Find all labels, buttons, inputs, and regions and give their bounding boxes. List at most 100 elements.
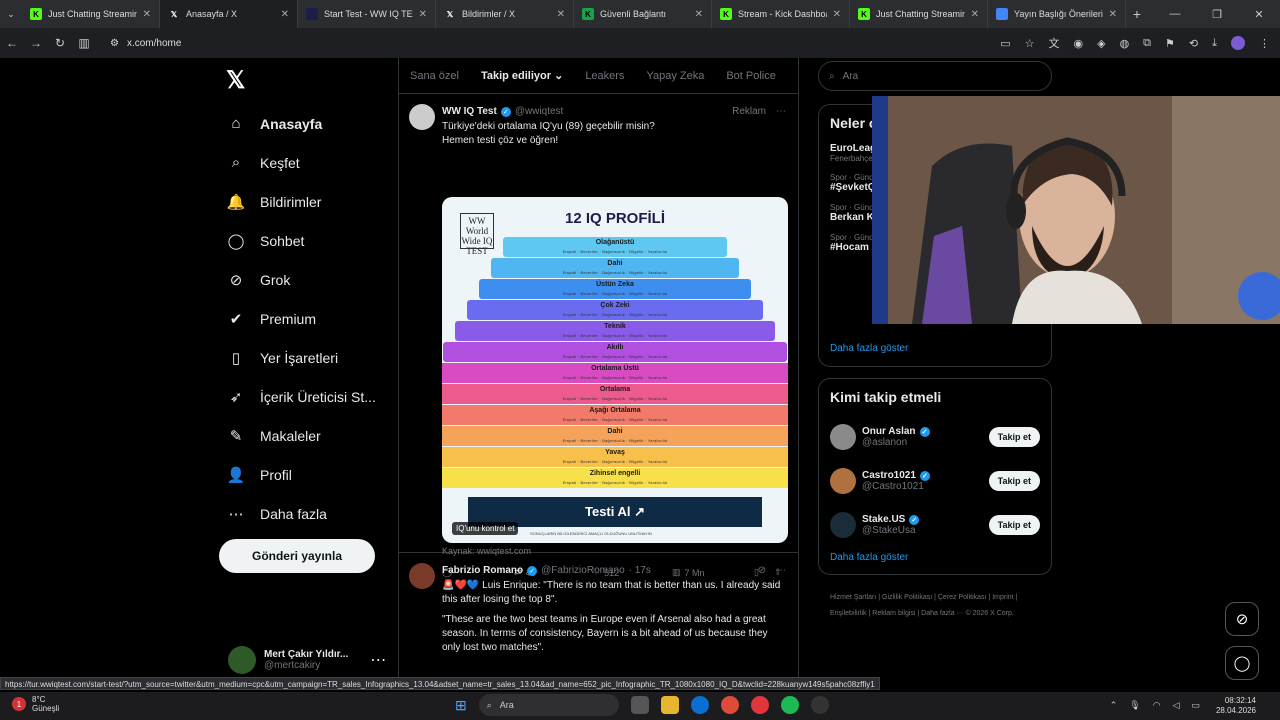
tweet-author[interactable]: Fabrizio Romano xyxy=(442,565,523,576)
bookmark-star-icon[interactable]: ☆ xyxy=(1025,37,1035,50)
who-more-link[interactable]: Daha fazla göster xyxy=(819,552,919,563)
tweet-handle[interactable]: @wwiqtest xyxy=(515,106,564,117)
feed-tab[interactable]: Leakers xyxy=(574,70,635,82)
clock[interactable]: 08:32:14 28.04.2026 xyxy=(1216,696,1256,716)
battery-icon[interactable]: ▭ xyxy=(1191,700,1200,711)
chevron-up-icon[interactable]: ⌃ xyxy=(1110,700,1118,711)
tweet[interactable]: WW IQ Test ✓ @wwiqtest Reklam ⋯ Türkiye'… xyxy=(399,94,798,578)
tweet-author[interactable]: WW IQ Test xyxy=(442,106,497,117)
mic-icon[interactable]: 🎙 xyxy=(1129,700,1140,711)
tab-close-icon[interactable]: ✕ xyxy=(143,9,151,20)
sidebar-item-daha-fazla[interactable]: ⋯ Daha fazla xyxy=(226,494,376,533)
follow-suggestion[interactable]: Stake.US ✓ @StakeUsa Takip et xyxy=(819,503,1051,547)
opera-icon[interactable] xyxy=(750,696,769,714)
follow-button[interactable]: Takip et xyxy=(988,427,1040,447)
sidebar-item-grok[interactable]: ⊘ Grok xyxy=(226,260,376,299)
tab-close-icon[interactable]: ✕ xyxy=(419,9,427,20)
close-window-icon[interactable]: ✕ xyxy=(1238,0,1280,28)
post-button[interactable]: Gönderi yayınla xyxy=(219,539,375,573)
tab-search-icon[interactable]: ⌄ xyxy=(0,0,22,28)
tab-close-icon[interactable]: ✕ xyxy=(971,9,979,20)
sidebar-item-anasayfa[interactable]: ⌂ Anasayfa xyxy=(226,104,376,143)
trends-more-link[interactable]: Daha fazla göster xyxy=(819,343,919,354)
avatar[interactable] xyxy=(830,512,856,538)
tab[interactable]: 𝕏 Bildirimler / X ✕ xyxy=(436,0,574,28)
tab-close-icon[interactable]: ✕ xyxy=(833,9,841,20)
sidebar-item-premium[interactable]: ✔ Premium xyxy=(226,299,376,338)
tab[interactable]: K Güvenli Bağlantı ✕ xyxy=(574,0,712,28)
search-input[interactable]: ⌕ Ara xyxy=(818,61,1052,91)
card-badge[interactable]: IQ'unu kontrol et xyxy=(452,522,519,535)
avatar[interactable] xyxy=(409,563,435,589)
more-icon[interactable]: ⋯ xyxy=(776,106,786,117)
avatar[interactable] xyxy=(830,468,856,494)
x-logo-icon[interactable]: 𝕏 xyxy=(226,66,245,95)
more-icon[interactable]: ⋯ xyxy=(776,565,786,576)
tab-close-icon[interactable]: ✕ xyxy=(557,9,565,20)
sidebar-item-profil[interactable]: 👤 Profil xyxy=(226,455,376,494)
sidebar-item-sohbet[interactable]: ◯ Sohbet xyxy=(226,221,376,260)
feed-tab[interactable]: Takip ediliyor ⌄ xyxy=(470,69,574,82)
history-icon[interactable]: ⟲ xyxy=(1189,37,1198,50)
tab[interactable]: Start Test - WW IQ TEST ✕ xyxy=(298,0,436,28)
edge-icon[interactable] xyxy=(690,696,709,714)
grok-floating-icon[interactable]: ⊘ xyxy=(1225,602,1259,636)
sidebar-item-i-çerik-üreticisi-st-[interactable]: ➶ İçerik Üreticisi St... xyxy=(226,377,376,416)
sidebar-item-yer-i-şaretleri[interactable]: ▯ Yer İşaretleri xyxy=(226,338,376,377)
new-tab-button[interactable]: + xyxy=(1126,6,1148,22)
extensions-icon[interactable]: ⧉ xyxy=(1143,37,1151,50)
split-view-icon[interactable]: ▥ xyxy=(72,36,96,50)
avatar[interactable] xyxy=(830,424,856,450)
tweet[interactable]: Fabrizio Romano ✓ @FabrizioRomano · 17s … xyxy=(399,553,798,678)
download-icon[interactable]: ⤓ xyxy=(1212,37,1217,50)
obs-icon[interactable] xyxy=(810,696,829,714)
avatar[interactable] xyxy=(409,104,435,130)
feed-tab[interactable]: Yapay Zeka xyxy=(635,70,715,82)
tab[interactable]: K Stream - Kick Dashboard ✕ xyxy=(712,0,850,28)
profile-avatar[interactable] xyxy=(1231,36,1245,50)
tab[interactable]: K Just Chatting Streaming - ✕ xyxy=(850,0,988,28)
extension-icon[interactable]: ◉ xyxy=(1073,37,1083,50)
grok-icon[interactable]: ⊘ xyxy=(758,565,766,576)
feed-tab[interactable]: Bot Police xyxy=(715,70,787,82)
feed-tab[interactable]: Sana özel xyxy=(399,70,470,82)
sidebar-item-bildirimler[interactable]: 🔔 Bildirimler xyxy=(226,182,376,221)
follow-suggestion[interactable]: Castro1021 ✓ @Castro1021 Takip et xyxy=(819,459,1051,503)
more-icon[interactable]: ⋯ xyxy=(370,650,386,670)
tab-close-icon[interactable]: ✕ xyxy=(1109,9,1117,20)
wifi-icon[interactable]: ◠ xyxy=(1153,700,1161,711)
volume-icon[interactable]: ◁ xyxy=(1173,700,1180,711)
ad-card-image[interactable]: WW World Wide IQ TEST 12 IQ PROFİLİ Olağ… xyxy=(442,197,788,543)
sidebar-item-keşfet[interactable]: ⌕ Keşfet xyxy=(226,143,376,182)
tab-close-icon[interactable]: ✕ xyxy=(281,9,289,20)
back-icon[interactable]: ← xyxy=(0,36,24,50)
footer-links[interactable]: Hizmet Şartları | Gizlilik Politikası | … xyxy=(830,590,1040,622)
tab[interactable]: K Just Chatting Streaming - ✕ xyxy=(22,0,160,28)
taskbar-search[interactable]: ⌕ Ara xyxy=(478,694,619,716)
extension-icon[interactable]: ◍ xyxy=(1120,37,1130,50)
forward-icon[interactable]: → xyxy=(24,36,48,50)
minimize-icon[interactable]: — xyxy=(1154,0,1196,28)
tab[interactable]: 𝕏 Anasayfa / X ✕ xyxy=(160,0,298,28)
reload-icon[interactable]: ↻ xyxy=(48,36,72,50)
tweet-time[interactable]: · 17s xyxy=(629,565,651,576)
tab-close-icon[interactable]: ✕ xyxy=(695,9,703,20)
tab[interactable]: Yayın Başlığı Önerileri - G ✕ xyxy=(988,0,1126,28)
task-view-icon[interactable] xyxy=(630,696,649,714)
follow-suggestion[interactable]: Onur Aslan ✓ @aslanon Takip et xyxy=(819,415,1051,459)
windows-start-icon[interactable]: ⊞ xyxy=(455,697,467,714)
spotify-icon[interactable] xyxy=(780,696,799,714)
messages-floating-icon[interactable]: ◯ xyxy=(1225,646,1259,680)
address-bar[interactable]: ⚙ x.com/home xyxy=(102,32,1002,54)
tweet-handle[interactable]: @FabrizioRomano xyxy=(541,565,625,576)
file-explorer-icon[interactable] xyxy=(660,696,679,714)
sidebar-item-makaleler[interactable]: ✎ Makaleler xyxy=(226,416,376,455)
install-app-icon[interactable]: ▭ xyxy=(1000,37,1010,50)
follow-button[interactable]: Takip et xyxy=(988,515,1040,535)
extension-icon[interactable]: ⚑ xyxy=(1165,37,1175,50)
menu-icon[interactable]: ⋮ xyxy=(1259,37,1270,50)
extension-icon[interactable]: ◈ xyxy=(1097,37,1105,50)
translate-icon[interactable]: 文 xyxy=(1048,35,1059,51)
weather-widget[interactable]: 1 8°C Güneşli xyxy=(12,695,59,713)
restore-icon[interactable]: ❐ xyxy=(1196,0,1238,28)
